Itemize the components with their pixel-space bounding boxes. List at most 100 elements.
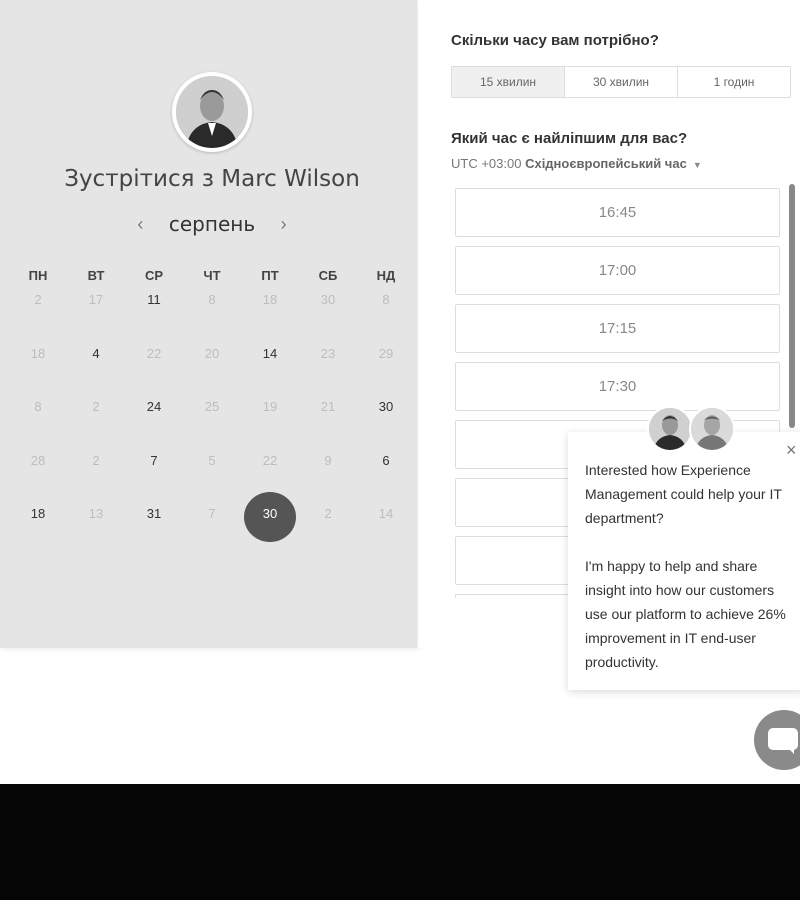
calendar-day-number: 30 [378, 399, 394, 414]
calendar-day: 14 [357, 506, 415, 546]
weekday-label: ЧТ [203, 268, 221, 283]
chat-popup: Interested how Experience Management cou… [568, 432, 800, 690]
calendar-day: 21 [299, 399, 357, 439]
calendar-day-number: 7 [150, 453, 158, 468]
time-slot[interactable]: 16:45 [455, 188, 780, 237]
calendar-day-number: 23 [320, 346, 336, 361]
chevron-left-icon[interactable]: ‹ [130, 214, 150, 235]
calendar-week-row: 18 4 22 20 14 23 29 [9, 346, 417, 386]
calendar-panel: Зустрітися з Marc Wilson ‹ серпень › ПН … [0, 0, 417, 648]
calendar-day-number: 20 [204, 346, 220, 361]
meet-title: Зустрітися з Marc Wilson [64, 166, 360, 192]
time-slot[interactable]: 17:30 [455, 362, 780, 411]
calendar-day[interactable]: 11 [125, 292, 183, 332]
duration-option-30[interactable]: 30 хвилин [565, 67, 678, 97]
calendar-day-number: 30 [262, 506, 278, 521]
timezone-selector[interactable]: UTC +03:00 Східноєвропейський час ▼ [451, 156, 702, 171]
calendar-day: 2 [299, 506, 357, 546]
chat-launcher-button[interactable] [754, 710, 800, 770]
calendar-day-number: 8 [208, 292, 216, 307]
calendar-day-number: 2 [92, 399, 100, 414]
calendar-day-number: 6 [382, 453, 390, 468]
timezone-name: Східноєвропейський час [525, 156, 687, 171]
agent-avatar [689, 406, 735, 452]
calendar-day-number: 11 [147, 292, 161, 307]
calendar-day: 8 [9, 399, 67, 439]
duration-selector: 15 хвилин 30 хвилин 1 годин [451, 66, 791, 98]
weekday-label: НД [376, 268, 396, 283]
calendar-day-number: 18 [30, 346, 46, 361]
calendar-day-number: 24 [146, 399, 162, 414]
calendar-day-number: 13 [88, 506, 104, 521]
timezone-offset: UTC +03:00 [451, 156, 522, 171]
duration-question: Скільки часу вам потрібно? [451, 32, 659, 49]
calendar-day-number: 4 [92, 346, 100, 361]
chat-message: I'm happy to help and share insight into… [585, 558, 786, 670]
close-icon[interactable]: × [786, 440, 797, 461]
calendar-day-number: 5 [208, 453, 216, 468]
month-label: серпень [168, 212, 256, 236]
calendar-day-number: 21 [320, 399, 336, 414]
calendar-day-number: 17 [88, 292, 104, 307]
calendar-day[interactable]: 24 [125, 399, 183, 439]
calendar-day-number: 30 [320, 292, 336, 307]
calendar-day: 13 [67, 506, 125, 546]
time-slot[interactable]: 17:00 [455, 246, 780, 295]
calendar-day: 2 [67, 453, 125, 493]
weekday-label: СР [144, 268, 164, 283]
calendar-day-number: 22 [146, 346, 162, 361]
calendar-day-number: 14 [262, 346, 278, 361]
calendar-day: 22 [241, 453, 299, 493]
calendar-day-selected[interactable]: 30 [241, 492, 299, 546]
calendar-day-number: 9 [324, 453, 332, 468]
calendar-day[interactable]: 4 [67, 346, 125, 386]
calendar-day: 5 [183, 453, 241, 493]
calendar-day[interactable]: 31 [125, 506, 183, 546]
calendar-day: 18 [9, 346, 67, 386]
calendar-day-number: 2 [34, 292, 42, 307]
calendar-week-row: 18 13 31 7 30 2 14 [9, 492, 417, 546]
calendar-grid: ПН ВТ СР ЧТ ПТ СБ НД 2 17 11 8 18 30 8 18 4 22 20 1… [9, 268, 417, 542]
agent-avatar [647, 406, 693, 452]
calendar-day: 28 [9, 453, 67, 493]
calendar-day: 7 [183, 506, 241, 546]
host-avatar [172, 72, 252, 152]
calendar-day[interactable]: 7 [125, 453, 183, 493]
calendar-day[interactable]: 30 [357, 399, 415, 439]
caret-down-icon: ▼ [692, 160, 702, 170]
time-slot[interactable]: 17:15 [455, 304, 780, 353]
chat-bubble-tail [786, 746, 794, 754]
calendar-week-row: 2 17 11 8 18 30 8 [9, 292, 417, 332]
calendar-day: 29 [357, 346, 415, 386]
weekday-label: ВТ [87, 268, 105, 283]
calendar-day[interactable]: 18 [9, 506, 67, 546]
calendar-day[interactable]: 14 [241, 346, 299, 386]
time-question: Який час є найліпшим для вас? [451, 130, 688, 147]
calendar-day-number: 2 [92, 453, 100, 468]
chat-message: Interested how Experience Management cou… [585, 462, 782, 526]
calendar-day-number: 18 [30, 506, 46, 521]
calendar-week-row: 8 2 24 25 19 21 30 [9, 399, 417, 439]
duration-option-15[interactable]: 15 хвилин [452, 67, 565, 97]
weekday-label: ПН [28, 268, 48, 283]
duration-option-60[interactable]: 1 годин [678, 67, 790, 97]
chat-agent-avatars [647, 406, 739, 456]
calendar-day: 25 [183, 399, 241, 439]
calendar-day-number: 22 [262, 453, 278, 468]
calendar-day: 2 [9, 292, 67, 332]
calendar-week-row: 28 2 7 5 22 9 6 [9, 453, 417, 493]
calendar-day: 19 [241, 399, 299, 439]
calendar-day: 20 [183, 346, 241, 386]
calendar-day-number: 18 [262, 292, 278, 307]
chevron-right-icon[interactable]: › [274, 214, 294, 235]
calendar-day[interactable]: 6 [357, 453, 415, 493]
weekday-label: ПТ [261, 268, 279, 283]
calendar-day: 30 [299, 292, 357, 332]
month-navigation: ‹ серпень › [0, 212, 424, 236]
weekday-header: ПН ВТ СР ЧТ ПТ СБ НД [9, 268, 417, 283]
calendar-day: 8 [357, 292, 415, 332]
calendar-day: 9 [299, 453, 357, 493]
calendar-day-number: 25 [204, 399, 220, 414]
calendar-day: 22 [125, 346, 183, 386]
slot-scrollbar[interactable] [789, 184, 795, 428]
